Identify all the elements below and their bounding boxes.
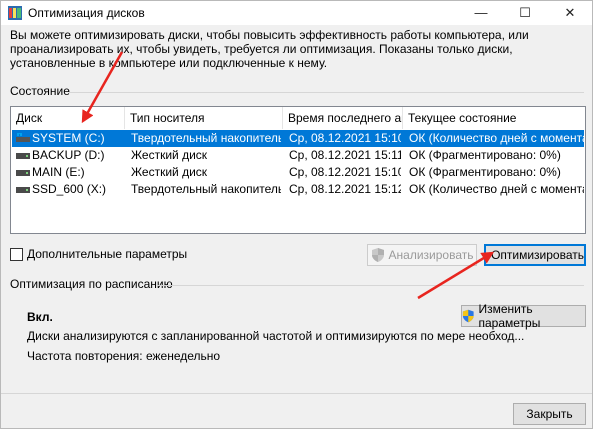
uac-shield-icon [462, 309, 474, 323]
change-settings-label: Изменить параметры [478, 302, 541, 330]
footer-divider [1, 393, 592, 394]
schedule-state: Вкл. [27, 310, 53, 324]
advanced-checkbox-label[interactable]: Дополнительные параметры [27, 247, 187, 261]
description-text: Вы можете оптимизировать диски, чтобы по… [10, 28, 529, 70]
hard-drive-icon [16, 153, 30, 159]
defrag-app-icon [8, 6, 22, 20]
media-type: Твердотельный накопитель [131, 182, 281, 196]
current-status: ОК (Количество дней с момента посл [409, 182, 584, 196]
column-header-media-type[interactable]: Тип носителя [125, 107, 283, 129]
window-title: Оптимизация дисков [28, 6, 145, 20]
advanced-checkbox[interactable] [10, 248, 23, 261]
disk-name: MAIN (E:) [32, 165, 85, 179]
last-run: Ср, 08.12.2021 15:10 [289, 131, 401, 145]
status-section-label: Состояние [10, 84, 70, 98]
change-settings-button[interactable]: Изменить параметры [461, 302, 586, 330]
current-status: ОК (Фрагментировано: 0%) [409, 148, 561, 162]
disk-name: SSD_600 (X:) [32, 182, 107, 196]
current-status: ОК (Фрагментировано: 0%) [409, 165, 561, 179]
hard-drive-icon [16, 170, 30, 176]
schedule-divider [157, 285, 584, 286]
disk-name: BACKUP (D:) [32, 148, 105, 162]
close-button-label: Закрыть [526, 407, 573, 421]
column-header-last-run[interactable]: Время последнего ан... [283, 107, 403, 129]
column-header-status[interactable]: Текущее состояние [403, 107, 585, 129]
close-window-button[interactable]: ✕ [548, 1, 592, 25]
hard-drive-icon [16, 187, 30, 193]
table-row[interactable]: SYSTEM (C:) Твердотельный накопитель Ср,… [12, 130, 584, 147]
media-type: Твердотельный накопитель [131, 131, 281, 145]
optimize-button-label: Оптимизировать [491, 248, 584, 262]
uac-shield-icon [371, 248, 384, 262]
schedule-frequency: Частота повторения: еженедельно [27, 349, 221, 363]
media-type: Жесткий диск [131, 165, 208, 179]
optimize-drives-window: Оптимизация дисков — ☐ ✕ Вы можете оптим… [0, 0, 593, 429]
last-run: Ср, 08.12.2021 15:11 [289, 148, 401, 162]
minimize-icon: — [474, 5, 488, 20]
last-run: Ср, 08.12.2021 15:12 [289, 182, 401, 196]
table-header: Диск Тип носителя Время последнего ан...… [11, 107, 585, 129]
table-row[interactable]: MAIN (E:) Жесткий диск Ср, 08.12.2021 15… [12, 164, 584, 181]
table-row[interactable]: SSD_600 (X:) Твердотельный накопитель Ср… [12, 181, 584, 198]
close-icon: ✕ [564, 5, 576, 20]
uac-shield-icon [486, 254, 487, 256]
minimize-button[interactable]: — [459, 1, 503, 25]
system-drive-icon [16, 133, 30, 142]
current-status: ОК (Количество дней с момента посл [409, 131, 584, 145]
close-button[interactable]: Закрыть [513, 403, 586, 425]
status-divider [69, 92, 584, 93]
disk-list-table[interactable]: Диск Тип носителя Время последнего ан...… [10, 106, 586, 234]
analyze-button[interactable]: Анализировать [367, 244, 477, 266]
maximize-icon: ☐ [519, 5, 531, 20]
analyze-button-label: Анализировать [388, 248, 474, 262]
disk-name: SYSTEM (C:) [32, 131, 105, 145]
optimize-button[interactable]: Оптимизировать [484, 244, 586, 266]
title-bar: Оптимизация дисков — ☐ ✕ [1, 1, 592, 25]
last-run: Ср, 08.12.2021 15:10 [289, 165, 401, 179]
schedule-section-label: Оптимизация по расписанию [10, 277, 173, 291]
maximize-button[interactable]: ☐ [503, 1, 547, 25]
column-header-disk[interactable]: Диск [11, 107, 125, 129]
table-row[interactable]: BACKUP (D:) Жесткий диск Ср, 08.12.2021 … [12, 147, 584, 164]
schedule-info: Диски анализируются с запланированной ча… [27, 329, 525, 343]
media-type: Жесткий диск [131, 148, 208, 162]
